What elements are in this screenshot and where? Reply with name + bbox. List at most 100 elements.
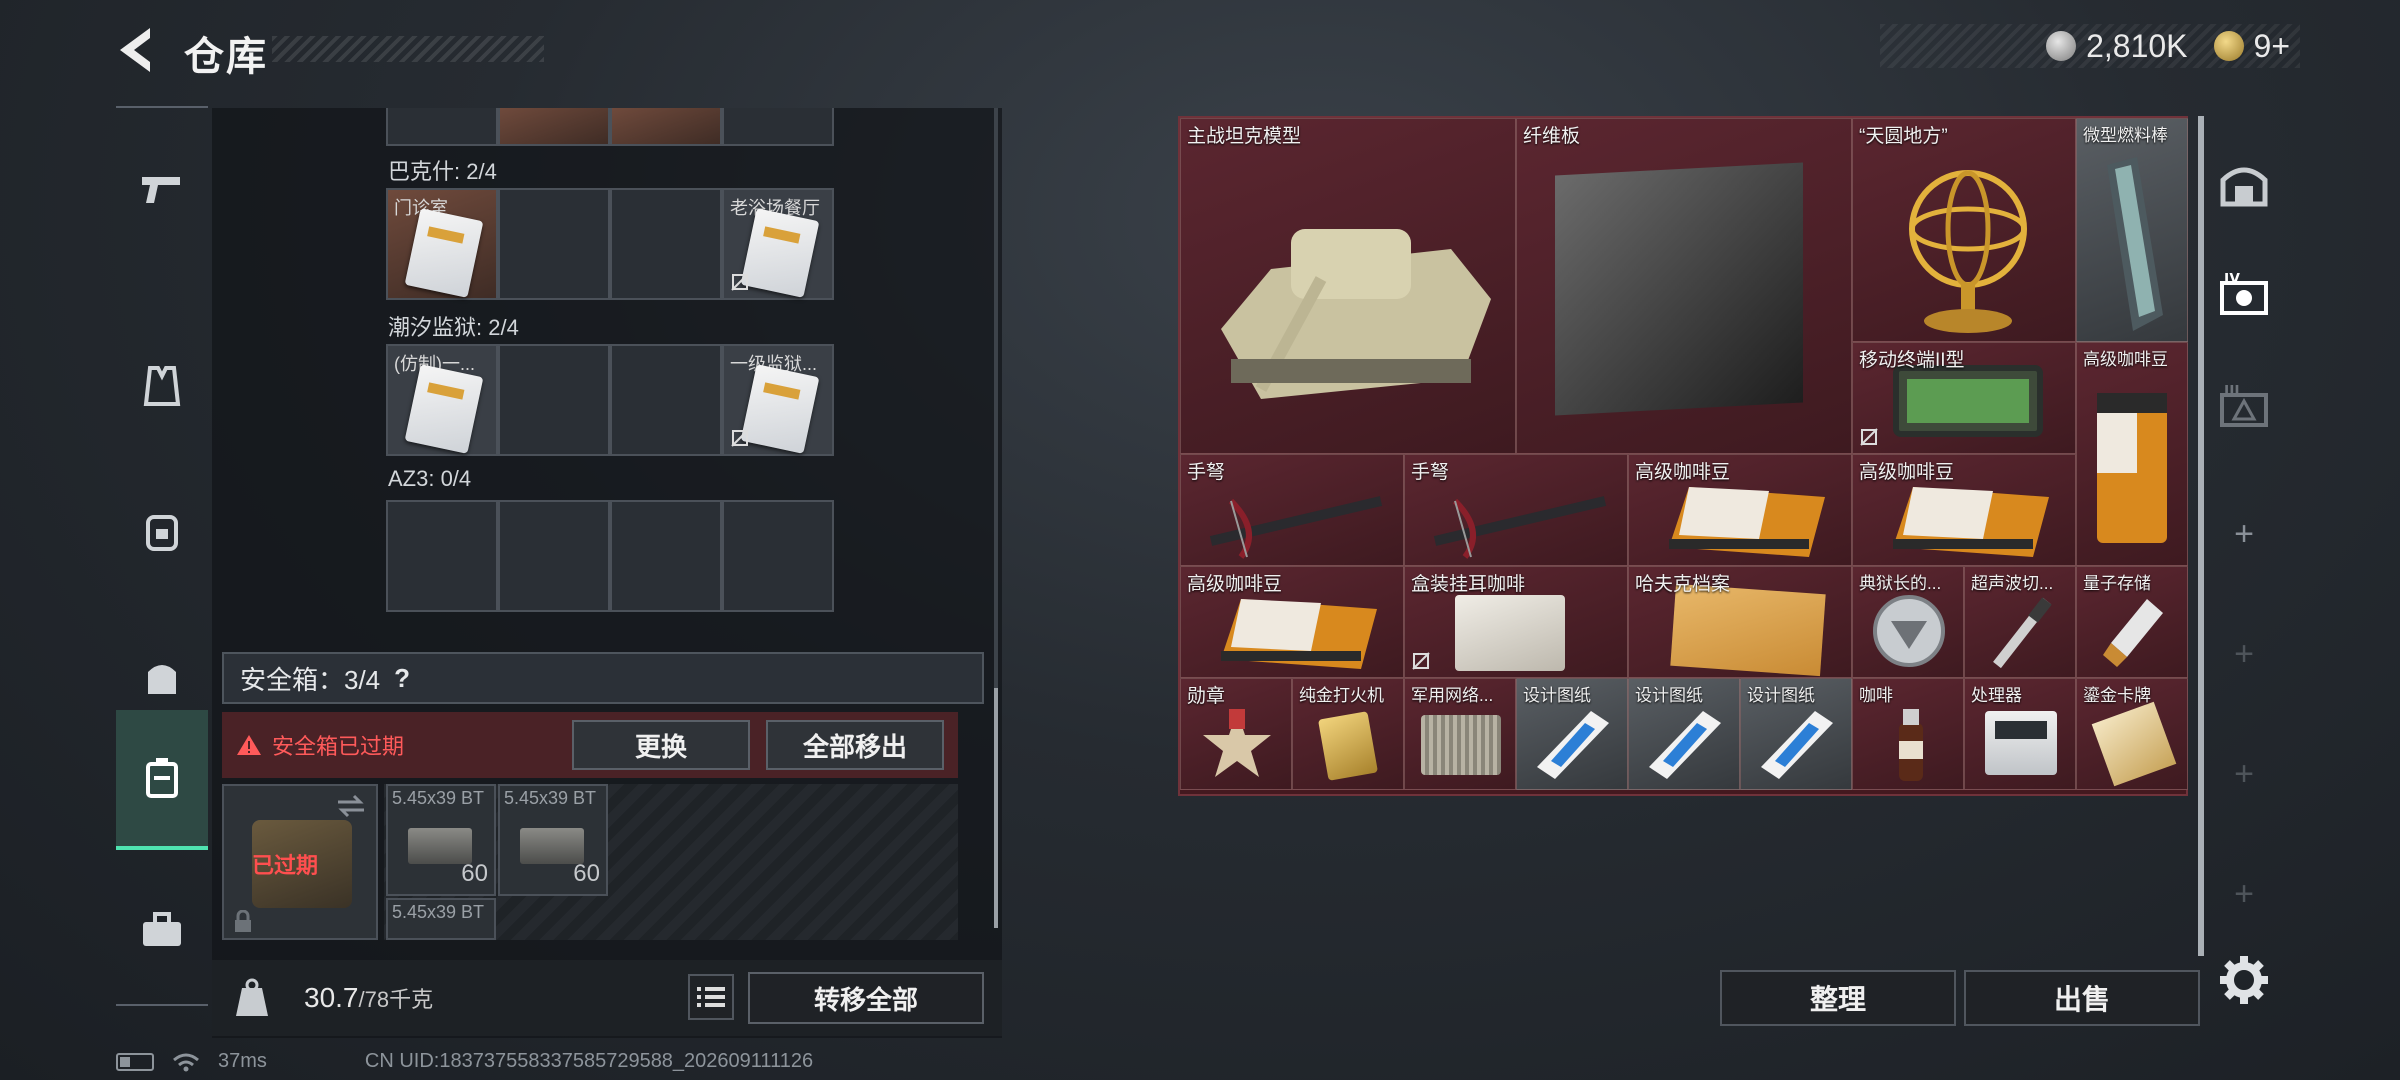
item-crossbow[interactable]: 手弩: [1180, 454, 1404, 566]
grid-cell[interactable]: [498, 500, 610, 612]
item-label: 哈夫克档案: [1635, 574, 1731, 595]
no-trade-icon: [731, 429, 749, 447]
keycard-row: 门诊室 老浴场餐厅: [386, 188, 834, 300]
item-coffee-beans[interactable]: 高级咖啡豆: [1852, 454, 2076, 566]
nav-toolbox[interactable]: [116, 884, 208, 976]
item-design-blueprint[interactable]: 设计图纸: [1740, 678, 1852, 790]
swap-icon[interactable]: [336, 794, 366, 818]
item-fiberboard[interactable]: 纤维板: [1516, 118, 1852, 454]
safebox-slot[interactable]: 已过期: [222, 784, 378, 940]
item-coffee[interactable]: 咖啡: [1852, 678, 1964, 790]
item-coffee-beans[interactable]: 高级咖啡豆: [1180, 566, 1404, 678]
item-coffee-beans[interactable]: 高级咖啡豆: [1628, 454, 1852, 566]
pouch-icon: [148, 665, 176, 694]
back-button[interactable]: [112, 22, 162, 78]
item-haavk-archive[interactable]: 哈夫克档案: [1628, 566, 1852, 678]
item-label: 超声波切...: [1971, 574, 2054, 593]
item-boxed-drip-coffee[interactable]: 盒装挂耳咖啡: [1404, 566, 1628, 678]
item-design-blueprint[interactable]: 设计图纸: [1628, 678, 1740, 790]
item-gilded-card[interactable]: 鎏金卡牌: [2076, 678, 2188, 790]
item-micro-fuel-rod[interactable]: 微型燃料棒: [2076, 118, 2188, 342]
item-label: 高级咖啡豆: [1187, 574, 1283, 595]
grid-cell[interactable]: [610, 500, 722, 612]
keycard-cell[interactable]: 门诊室: [386, 188, 498, 300]
replace-button[interactable]: 更换: [572, 720, 750, 770]
item-processor[interactable]: 处理器: [1964, 678, 2076, 790]
settings-button[interactable]: [2218, 954, 2270, 1006]
list-view-button[interactable]: [688, 974, 734, 1020]
add-stash-page-button[interactable]: +: [2200, 850, 2288, 938]
stash-page-1[interactable]: [2200, 140, 2288, 228]
item-military-network[interactable]: 军用网络...: [1404, 678, 1516, 790]
coffee-bag-image: [1221, 599, 1377, 669]
weight-readout: 30.7/78千克: [304, 982, 433, 1014]
grid-cell[interactable]: [722, 500, 834, 612]
stash-page-3[interactable]: III: [2200, 364, 2288, 452]
grid-cell[interactable]: [498, 108, 610, 146]
keycard-cell[interactable]: 一级监狱...: [722, 344, 834, 456]
ammo-label: 5.45x39 BT: [504, 788, 597, 808]
stash-tier-iv-icon: IV: [2220, 273, 2268, 315]
grid-cell[interactable]: [386, 108, 498, 146]
item-armillary[interactable]: “天圆地方”: [1852, 118, 2076, 342]
item-tank-model[interactable]: 主战坦克模型: [1180, 118, 1516, 454]
item-label: 移动终端II型: [1859, 350, 1965, 371]
item-crossbow[interactable]: 手弩: [1404, 454, 1628, 566]
stash-page-4[interactable]: IV: [2200, 252, 2288, 340]
grid-cell[interactable]: [498, 188, 610, 300]
coffee-bottle-image: [1899, 709, 1923, 781]
add-stash-page-button[interactable]: +: [2200, 610, 2288, 698]
ammo-item[interactable]: 5.45x39 BT: [386, 898, 496, 940]
item-gold-lighter[interactable]: 纯金打火机: [1292, 678, 1404, 790]
title-decoration: [272, 36, 544, 62]
grid-cell[interactable]: [498, 344, 610, 456]
sort-button[interactable]: 整理: [1720, 970, 1956, 1026]
badge-image: [1873, 595, 1945, 667]
fiberboard-image: [1555, 162, 1803, 416]
row-title: AZ3: 0/4: [388, 466, 472, 491]
ammo-item[interactable]: 5.45x39 BT 60: [498, 784, 608, 896]
nav-weapons[interactable]: [116, 144, 208, 236]
nav-safebox[interactable]: [116, 710, 208, 850]
gold-balance[interactable]: 9+: [2254, 28, 2290, 65]
item-coffee-beans[interactable]: 高级咖啡豆: [2076, 342, 2188, 566]
grid-cell[interactable]: [722, 108, 834, 146]
item-label: 高级咖啡豆: [1635, 462, 1731, 483]
gear-icon: [2220, 956, 2268, 1004]
grid-cell[interactable]: [610, 108, 722, 146]
grid-cell[interactable]: [610, 344, 722, 456]
nav-armor[interactable]: [116, 340, 208, 432]
crossbow-image: [1433, 496, 1607, 559]
help-icon[interactable]: ?: [394, 663, 410, 694]
ammo-item[interactable]: 5.45x39 BT 60: [386, 784, 496, 896]
no-trade-icon: [1860, 428, 1878, 446]
transfer-all-button[interactable]: 转移全部: [748, 972, 984, 1024]
item-quantum-storage[interactable]: 量子存储: [2076, 566, 2188, 678]
keycard-cell[interactable]: (仿制)一...: [386, 344, 498, 456]
grid-cell[interactable]: [386, 500, 498, 612]
keycard-cell[interactable]: 老浴场餐厅: [722, 188, 834, 300]
item-ultrasonic-cutter[interactable]: 超声波切...: [1964, 566, 2076, 678]
lighter-image: [1317, 711, 1379, 781]
item-label: 设计图纸: [1523, 686, 1591, 705]
grid-cell[interactable]: [610, 188, 722, 300]
item-label: 咖啡: [1859, 686, 1893, 705]
move-all-out-button[interactable]: 全部移出: [766, 720, 944, 770]
add-stash-page-button[interactable]: +: [2200, 730, 2288, 818]
item-warden-badge[interactable]: 典狱长的...: [1852, 566, 1964, 678]
keycard-row: (仿制)一... 一级监狱...: [386, 344, 834, 456]
scrollbar-thumb[interactable]: [994, 688, 998, 928]
briefcase-icon: [143, 912, 181, 946]
item-medal[interactable]: 勋章: [1180, 678, 1292, 790]
stash-page-nav: IV III + + + +: [2200, 116, 2288, 956]
nav-backpack[interactable]: [116, 484, 208, 576]
sell-button[interactable]: 出售: [1964, 970, 2200, 1026]
status-bar: 37ms CN UID:183737558337585729588_202609…: [116, 1050, 813, 1073]
add-stash-page-button[interactable]: +: [2200, 490, 2288, 578]
item-label: 手弩: [1187, 462, 1226, 483]
item-design-blueprint[interactable]: 设计图纸: [1516, 678, 1628, 790]
nav-pouch[interactable]: [116, 630, 208, 722]
keycard-row: [386, 500, 834, 612]
item-mobile-terminal[interactable]: 移动终端II型: [1852, 342, 2076, 454]
ammo-box-image: [520, 828, 584, 864]
